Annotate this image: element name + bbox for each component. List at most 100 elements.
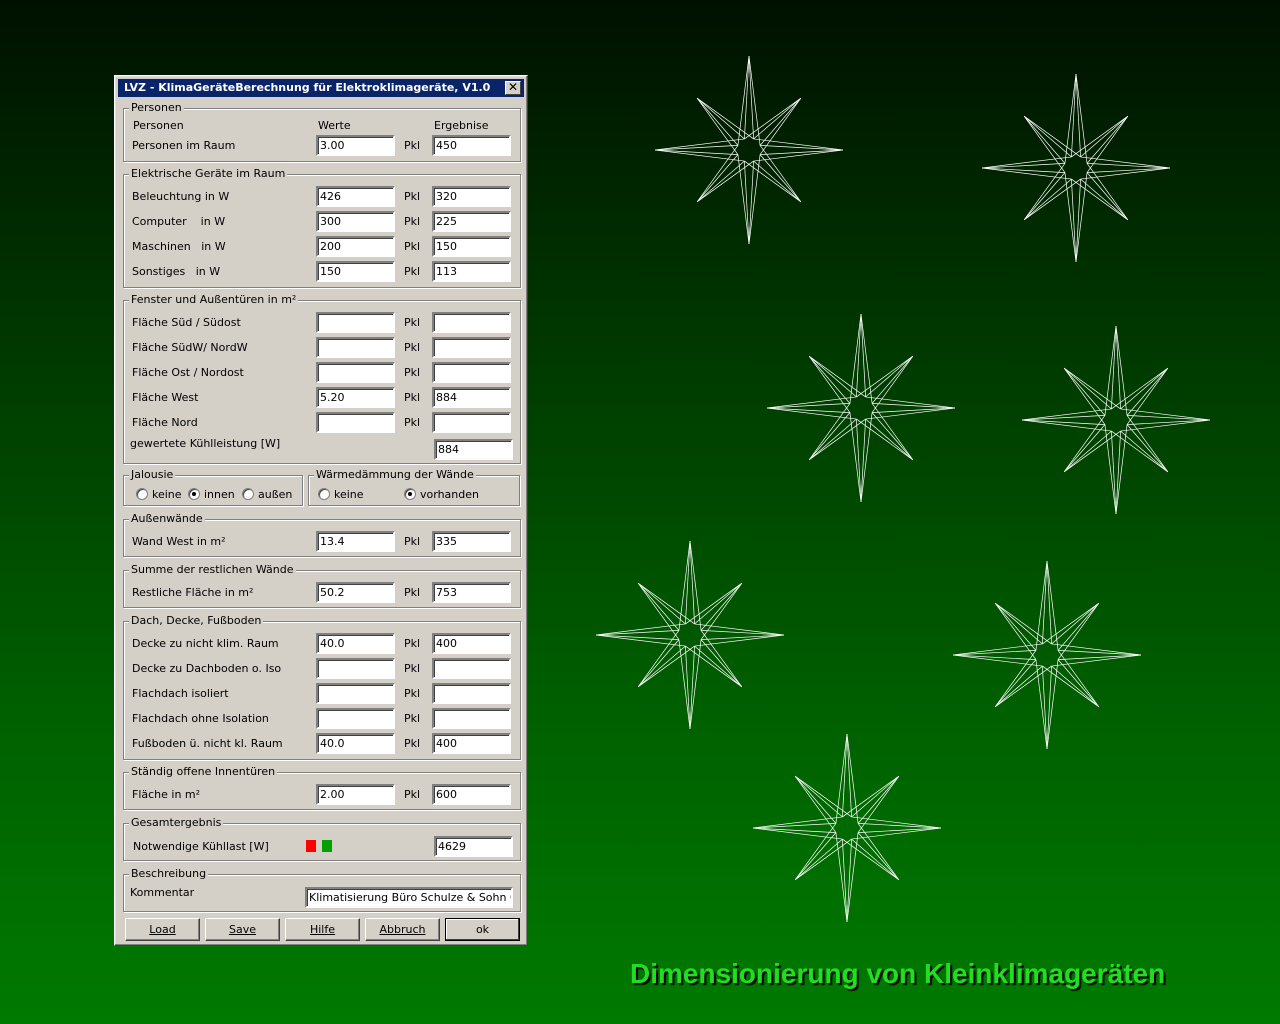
row-value-input[interactable]: [316, 683, 395, 704]
star-1: [654, 55, 844, 245]
star-line: [1023, 115, 1066, 164]
innentueren-value-input[interactable]: 2.00: [316, 784, 395, 805]
star-4: [1021, 325, 1211, 515]
star-line: [752, 823, 836, 829]
star-line: [696, 154, 739, 203]
personen-value-input[interactable]: 3.00: [316, 135, 395, 156]
daemmung-radio-vorhanden[interactable]: [404, 488, 416, 500]
row-result-field: 884: [432, 387, 511, 408]
row-value-input[interactable]: 5.20: [316, 387, 395, 408]
radio-label: keine: [334, 488, 364, 501]
star-line: [1126, 415, 1169, 473]
star-line: [753, 97, 802, 140]
kommentar-input[interactable]: Klimatisierung Büro Schulze & Sohn GmbH: [305, 887, 513, 908]
hilfe-button[interactable]: Hilfe: [285, 918, 360, 941]
star-line: [1120, 367, 1169, 410]
row-label: Fußboden ü. nicht kl. Raum: [132, 737, 283, 750]
window-titlebar[interactable]: LVZ - KlimaGeräteBerechnung für Elektrok…: [118, 79, 524, 97]
radio-label: vorhanden: [420, 488, 479, 501]
star-line: [696, 97, 754, 140]
star-line: [696, 97, 745, 140]
hilfe-button-label: Hilfe: [309, 923, 336, 936]
row-value-input[interactable]: [316, 708, 395, 729]
wand-west-value-input[interactable]: 13.4: [316, 531, 395, 552]
star-line: [1126, 367, 1169, 425]
jalousie-radio-aussen[interactable]: [242, 488, 254, 500]
load-button-label: Load: [149, 923, 176, 936]
star-line: [808, 418, 857, 461]
star-line: [1071, 178, 1129, 221]
star-line: [1063, 367, 1112, 410]
row-label: Beleuchtung in W: [132, 190, 230, 203]
star-line: [637, 582, 695, 625]
star-line: [1023, 178, 1072, 221]
personen-label: Personen im Raum: [132, 139, 236, 152]
row-result-field: [432, 312, 511, 333]
unit-label: Pkl: [404, 687, 421, 700]
row-value-input[interactable]: 40.0: [316, 633, 395, 654]
jalousie-radio-innen[interactable]: [188, 488, 200, 500]
row-value-input[interactable]: [316, 337, 395, 358]
kommentar-label: Kommentar: [130, 886, 195, 899]
row-value-input[interactable]: 300: [316, 211, 395, 232]
star-line: [794, 832, 837, 881]
row-value-input[interactable]: 150: [316, 261, 395, 282]
group-aussenwaende: Außenwände Wand West in m² 13.4 Pkl 335: [123, 512, 521, 557]
row-value-input[interactable]: [316, 658, 395, 679]
star-line: [808, 412, 851, 461]
star-line: [857, 775, 900, 824]
star-line: [748, 55, 754, 139]
star-line: [689, 540, 695, 624]
save-button[interactable]: Save: [205, 918, 280, 941]
row-value-input[interactable]: [316, 362, 395, 383]
daemmung-radio-keine[interactable]: [318, 488, 330, 500]
star-line: [1071, 115, 1129, 158]
row-label: Computer in W: [132, 215, 226, 228]
wand-west-label: Wand West in m²: [132, 535, 226, 548]
jalousie-radio-keine[interactable]: [136, 488, 148, 500]
star-line: [872, 407, 956, 413]
unit-label: Pkl: [404, 535, 421, 548]
save-button-label: Save: [228, 923, 256, 936]
group-restwaende: Summe der restlichen Wände Restliche Flä…: [123, 563, 521, 608]
star-line: [1023, 163, 1066, 221]
star-line: [637, 645, 686, 688]
star-line: [865, 355, 914, 398]
star-line: [1023, 115, 1066, 173]
star-line: [808, 418, 866, 461]
star-line: [748, 161, 754, 245]
star-line: [856, 355, 914, 398]
row-value-input[interactable]: 426: [316, 186, 395, 207]
ok-button[interactable]: ok: [445, 918, 520, 941]
close-icon[interactable]: ✕: [505, 81, 521, 95]
star-line: [858, 823, 942, 829]
star-line: [696, 97, 739, 155]
star-line: [696, 160, 754, 203]
star-line: [994, 650, 1037, 708]
unit-label: Pkl: [404, 662, 421, 675]
star-line: [1051, 665, 1100, 708]
star-line: [808, 403, 851, 461]
star-line: [1063, 424, 1106, 473]
star-line: [871, 355, 914, 413]
row-value-input[interactable]: 200: [316, 236, 395, 257]
unit-label: Pkl: [404, 139, 421, 152]
star-line: [856, 313, 862, 397]
group-jalousie: Jalousie keine innen außen: [123, 468, 303, 506]
star-2: [981, 73, 1171, 263]
restflaeche-value-input[interactable]: 50.2: [316, 582, 395, 603]
column-header-ergebnisse: Ergebnise: [434, 119, 489, 132]
row-value-input[interactable]: [316, 312, 395, 333]
star-line: [760, 145, 844, 151]
group-gesamtergebnis: Gesamtergebnis Notwendige Kühllast [W] 4…: [123, 816, 521, 861]
abbruch-button[interactable]: Abbruch: [365, 918, 440, 941]
star-line: [981, 163, 1065, 169]
row-value-input[interactable]: 40.0: [316, 733, 395, 754]
star-line: [860, 313, 866, 397]
star-line: [1111, 367, 1169, 410]
star-line: [846, 733, 852, 817]
star-line: [1051, 602, 1100, 645]
star-line: [1075, 179, 1081, 263]
load-button[interactable]: Load: [125, 918, 200, 941]
row-value-input[interactable]: [316, 412, 395, 433]
